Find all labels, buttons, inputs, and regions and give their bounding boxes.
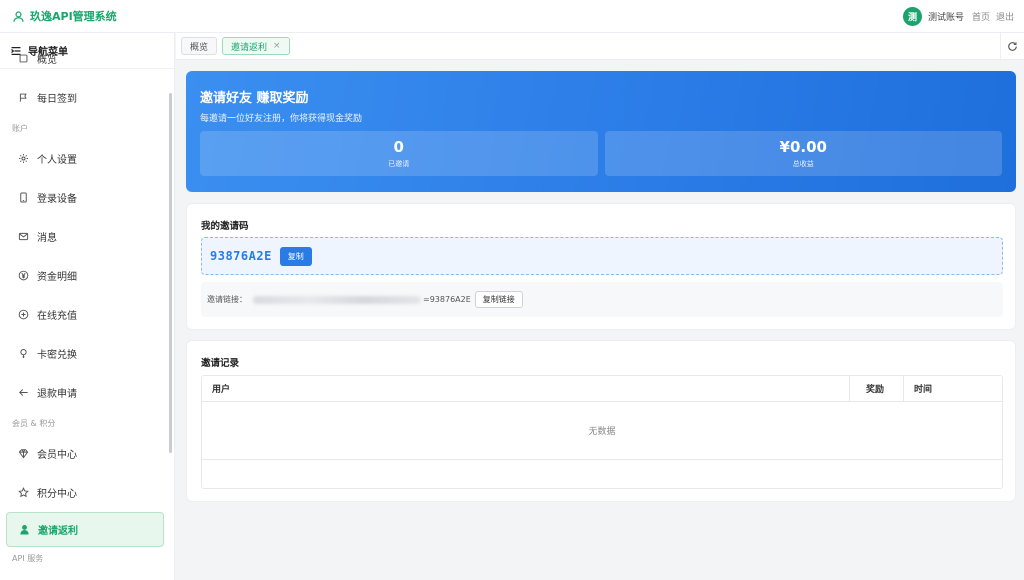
sidebar-item[interactable]: 邀请返利 bbox=[6, 512, 164, 547]
sidebar-item-label: 每日签到 bbox=[37, 94, 77, 105]
banner-subtitle: 每邀请一位好友注册，你将获得现金奖励 bbox=[200, 114, 363, 124]
sidebar-item-label: 概览 bbox=[37, 55, 57, 66]
invite-link-row: 邀请链接： =93876A2E 复制链接 bbox=[201, 282, 1003, 317]
invite-records-card: 邀请记录 用户 奖励 时间 无数据 bbox=[186, 340, 1016, 502]
sidebar-item[interactable]: 登录设备 bbox=[0, 178, 170, 217]
banner-stats: 0 已邀请 ¥0.00 总收益 bbox=[200, 131, 1002, 176]
tab-label: 邀请返利 bbox=[231, 42, 268, 53]
gear-icon bbox=[19, 154, 28, 163]
invite-banner: 邀请好友 赚取奖励 每邀请一位好友注册，你将获得现金奖励 0 已邀请 ¥0.00… bbox=[186, 71, 1016, 192]
sidebar-item[interactable]: 概览 bbox=[0, 39, 170, 78]
tabs-bar: 概览 邀请返利 × bbox=[176, 33, 1024, 60]
home-link[interactable]: 首页 bbox=[972, 10, 990, 23]
sidebar-item[interactable]: 退款申请 bbox=[0, 373, 170, 412]
copy-link-button[interactable]: 复制链接 bbox=[474, 291, 523, 308]
bulb-icon bbox=[20, 349, 27, 358]
flag-icon bbox=[19, 93, 27, 102]
phone-icon bbox=[20, 192, 27, 203]
banner-title: 邀请好友 赚取奖励 bbox=[200, 91, 309, 106]
sidebar-item[interactable]: 每日签到 bbox=[0, 78, 170, 117]
brand-title: 玖逸API管理系统 bbox=[30, 10, 117, 23]
sidebar-item[interactable]: 个人设置 bbox=[0, 139, 170, 178]
nav-list: 概览每日签到账户个人设置登录设备消息资金明细在线充值卡密兑换退款申请会员 & 积… bbox=[0, 54, 170, 569]
table-header: 用户 奖励 时间 bbox=[202, 376, 1002, 402]
invite-link-blurred bbox=[253, 295, 421, 304]
nav-group-label: API 服务 bbox=[12, 553, 44, 563]
column-user[interactable]: 用户 bbox=[202, 376, 850, 401]
close-icon[interactable]: × bbox=[273, 41, 281, 51]
column-time[interactable]: 时间 bbox=[904, 376, 1002, 401]
refresh-button[interactable] bbox=[1000, 33, 1024, 59]
invite-link-suffix: =93876A2E bbox=[423, 295, 471, 304]
sidebar-item-label: 邀请返利 bbox=[38, 526, 78, 537]
refresh-icon bbox=[1008, 41, 1017, 51]
nav-group-label: 账户 bbox=[12, 123, 28, 133]
invite-code: 93876A2E bbox=[210, 249, 272, 263]
sidebar-item-label: 退款申请 bbox=[37, 389, 77, 400]
stat-earnings: ¥0.00 总收益 bbox=[604, 131, 1002, 176]
arrow-left-icon bbox=[19, 389, 28, 396]
mail-icon bbox=[18, 232, 29, 241]
stat-invited-label: 已邀请 bbox=[388, 160, 410, 168]
user-menu: 测 测试账号 首页 退出 bbox=[902, 6, 1014, 26]
sidebar-item-label: 消息 bbox=[37, 233, 57, 244]
column-reward[interactable]: 奖励 bbox=[850, 376, 904, 401]
stat-invited: 0 已邀请 bbox=[200, 131, 598, 176]
copy-code-button[interactable]: 复制 bbox=[279, 246, 312, 266]
brand[interactable]: 玖逸API管理系统 bbox=[12, 8, 117, 24]
yen-icon bbox=[18, 270, 29, 281]
sidebar-item-label: 登录设备 bbox=[37, 194, 77, 205]
tab-label: 概览 bbox=[190, 42, 209, 53]
sidebar-item[interactable]: 积分中心 bbox=[0, 473, 170, 512]
invite-code-card: 我的邀请码 93876A2E 复制 邀请链接： =93876A2E 复制链接 bbox=[186, 203, 1016, 330]
tab-overview[interactable]: 概览 bbox=[181, 37, 218, 55]
logout-link[interactable]: 退出 bbox=[996, 10, 1014, 23]
avatar[interactable]: 测 bbox=[902, 6, 922, 26]
records-title: 邀请记录 bbox=[201, 358, 240, 369]
square-icon bbox=[19, 54, 28, 63]
sidebar-item-label: 会员中心 bbox=[37, 450, 77, 461]
sidebar-item-label: 卡密兑换 bbox=[37, 350, 77, 361]
stat-invited-value: 0 bbox=[393, 138, 404, 156]
sidebar-item[interactable]: 卡密兑换 bbox=[0, 334, 170, 373]
records-table: 用户 奖励 时间 无数据 bbox=[201, 375, 1003, 489]
sidebar-item-label: 在线充值 bbox=[37, 311, 77, 322]
sidebar-item-label: 资金明细 bbox=[37, 272, 77, 283]
invite-code-box: 93876A2E 复制 bbox=[201, 237, 1003, 275]
invite-link-label: 邀请链接： bbox=[207, 295, 247, 304]
empty-state: 无数据 bbox=[202, 402, 1002, 460]
sidebar-item[interactable]: 消息 bbox=[0, 217, 170, 256]
sidebar-item-label: 个人设置 bbox=[37, 155, 77, 166]
invite-code-title: 我的邀请码 bbox=[201, 221, 249, 232]
tab-invite-rebate[interactable]: 邀请返利 × bbox=[222, 37, 290, 55]
user-outline-icon bbox=[13, 10, 24, 22]
stat-earnings-label: 总收益 bbox=[792, 160, 814, 168]
username[interactable]: 测试账号 bbox=[928, 10, 964, 23]
top-header: 玖逸API管理系统 测 测试账号 首页 退出 bbox=[0, 0, 1024, 33]
user-icon bbox=[20, 525, 29, 535]
sidebar-item-label: 积分中心 bbox=[37, 489, 77, 500]
sidebar-item[interactable]: 资金明细 bbox=[0, 256, 170, 295]
sidebar: 导航菜单 概览 每日签到 账户 个人设置 登录设备 消息 资金明细 在线充值 卡密兑换 退款申请会… bbox=[0, 33, 175, 580]
sidebar-item[interactable]: 在线充值 bbox=[0, 295, 170, 334]
diamond-icon bbox=[18, 449, 29, 459]
nav-group-label: 会员 & 积分 bbox=[12, 418, 56, 428]
sidebar-item[interactable]: 会员中心 bbox=[0, 434, 170, 473]
sidebar-scrollbar[interactable] bbox=[169, 93, 172, 453]
plus-circle-icon bbox=[18, 309, 29, 320]
star-icon bbox=[18, 487, 29, 498]
stat-earnings-value: ¥0.00 bbox=[779, 138, 827, 156]
